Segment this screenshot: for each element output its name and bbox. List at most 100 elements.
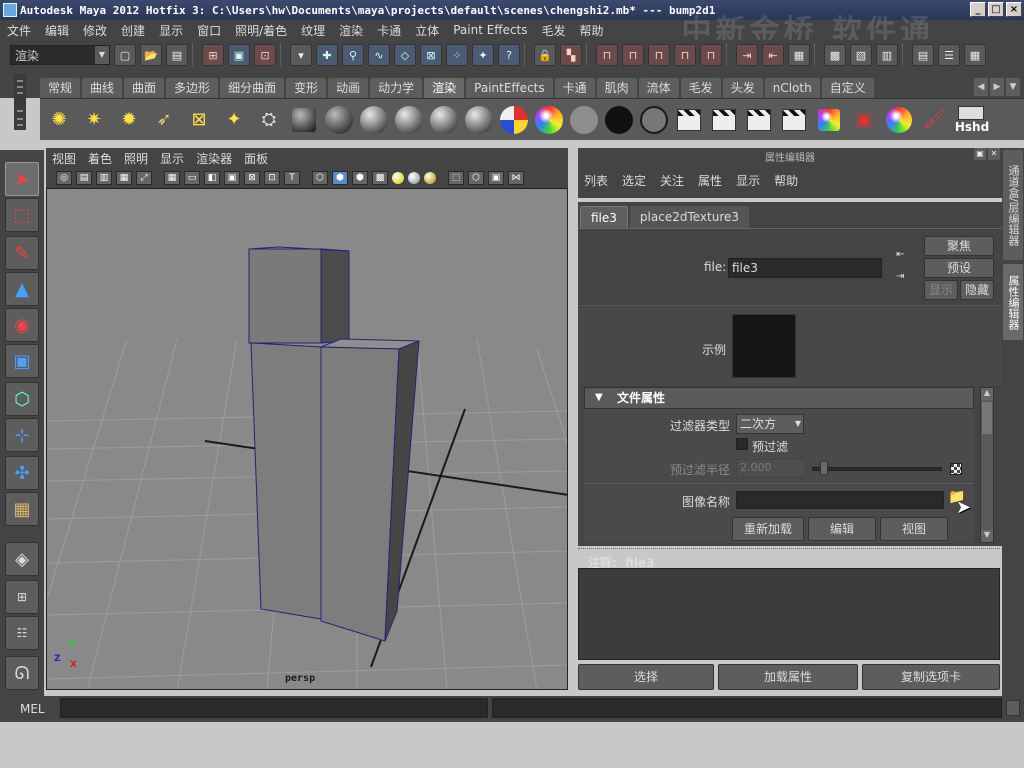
viewport-menu-lighting[interactable]: 照明 [124, 150, 148, 167]
shelf-tab-deformation[interactable]: 变形 [286, 78, 327, 98]
grid-toggle-icon[interactable]: ▦ [164, 171, 180, 185]
shelf-tab-animation[interactable]: 动画 [328, 78, 369, 98]
ae-menu-show[interactable]: 显示 [736, 172, 760, 189]
menu-paint-effects[interactable]: Paint Effects [446, 23, 534, 37]
shelf-tab-fluids[interactable]: 流体 [638, 78, 679, 98]
batch-render-clapper-icon[interactable] [744, 105, 774, 135]
film-gate-icon[interactable]: ▭ [184, 171, 200, 185]
resolution-gate-icon[interactable]: ◧ [204, 171, 220, 185]
shelf-tab-custom[interactable]: 自定义 [821, 78, 874, 98]
ae-menu-attributes[interactable]: 属性 [698, 172, 722, 189]
point-light-icon[interactable]: ✹ [114, 105, 144, 135]
map-texture-icon[interactable] [950, 463, 962, 475]
output-connections-icon[interactable]: ⇤ [762, 44, 784, 66]
menu-create[interactable]: 创建 [114, 22, 152, 39]
edit-button[interactable]: 编辑 [808, 517, 876, 541]
viewport-menu-show[interactable]: 显示 [160, 150, 184, 167]
maya-app-icon[interactable] [3, 3, 17, 17]
manipulator-tool-icon[interactable]: ⬡ [5, 382, 39, 416]
file-attributes-header[interactable]: ▼ 文件属性 [584, 387, 974, 409]
shelf-tab-dynamics[interactable]: 动力学 [370, 78, 423, 98]
select-curves-icon[interactable]: ∿ [368, 44, 390, 66]
perspective-viewport[interactable]: persp [46, 188, 568, 690]
script-language-toggle[interactable]: MEL [20, 702, 45, 716]
camera-select-icon[interactable]: ◎ [56, 171, 72, 185]
attribute-editor-scrollbar[interactable]: ▲ ▼ [980, 387, 994, 543]
phong-sphere-icon[interactable] [394, 105, 424, 135]
viewport-menu-view[interactable]: 视图 [52, 150, 76, 167]
view-button[interactable]: 视图 [880, 517, 948, 541]
menu-set-dropdown[interactable]: 渲染 ▼ [10, 45, 110, 65]
viewport-menu-shading[interactable]: 着色 [88, 150, 112, 167]
menu-modify[interactable]: 修改 [76, 22, 114, 39]
last-used-tool-icon[interactable]: ▦ [5, 492, 39, 526]
ae-menu-help[interactable]: 帮助 [774, 172, 798, 189]
show-manipulator-icon[interactable]: ✣ [5, 456, 39, 490]
paint-brush-icon[interactable]: 🖌 [919, 105, 949, 135]
float-panel-icon[interactable]: ▣ [974, 148, 986, 160]
smooth-shade-icon[interactable]: ⬢ [332, 171, 348, 185]
anisotropic-sphere-icon[interactable] [464, 105, 494, 135]
field-chart-icon[interactable]: ⊠ [244, 171, 260, 185]
lambert-sphere-icon[interactable] [324, 105, 354, 135]
ramp-shader-sphere-icon[interactable] [499, 105, 529, 135]
tab-channel-box-layer-editor[interactable]: 通道盒/层编辑器 [1003, 150, 1023, 260]
hardware-texture-icon[interactable]: ⋈ [508, 171, 524, 185]
soft-mod-tool-icon[interactable]: ⊹ [5, 418, 39, 452]
menu-texturing[interactable]: 纹理 [294, 22, 332, 39]
shelf-tab-fur[interactable]: 毛发 [680, 78, 721, 98]
scroll-up-icon[interactable]: ▲ [981, 388, 993, 400]
wireframe-on-shaded-icon[interactable]: ⬢ [352, 171, 368, 185]
camera-icon[interactable]: ⛭ [254, 105, 284, 135]
select-rendering-icon[interactable]: ✦ [472, 44, 494, 66]
select-misc-icon[interactable]: ? [498, 44, 520, 66]
texture-sample-swatch[interactable] [732, 314, 796, 378]
snap-point-icon[interactable]: ⊓ [648, 44, 670, 66]
camera-attributes-icon[interactable]: ▤ [76, 171, 92, 185]
shelf-tab-polygons[interactable]: 多边形 [166, 78, 219, 98]
four-view-layout-icon[interactable]: ⊞ [5, 580, 39, 614]
rotate-tool-icon[interactable]: ◉ [5, 308, 39, 342]
load-attributes-button[interactable]: 加载属性 [718, 664, 858, 690]
menu-render[interactable]: 渲染 [332, 22, 370, 39]
input-connections-icon[interactable]: ⇥ [736, 44, 758, 66]
all-lights-icon[interactable] [408, 172, 420, 184]
open-scene-icon[interactable]: 📂 [140, 44, 162, 66]
render-view-icon[interactable]: ▣ [849, 105, 879, 135]
hypershade-icon[interactable] [814, 105, 844, 135]
xray-icon[interactable]: ⬡ [468, 171, 484, 185]
select-button[interactable]: 选择 [578, 664, 714, 690]
tab-file3[interactable]: file3 [580, 206, 628, 228]
spot-light-icon[interactable]: ➶ [149, 105, 179, 135]
shelf-tab-subdivs[interactable]: 细分曲面 [220, 78, 285, 98]
shelf-grip-icon[interactable] [8, 74, 32, 130]
tab-attribute-editor[interactable]: 属性编辑器 [1003, 264, 1023, 340]
phonge-sphere-icon[interactable] [429, 105, 459, 135]
notes-textarea[interactable] [578, 568, 1000, 660]
shelf-scroll-left-icon[interactable]: ◀ [974, 78, 988, 96]
snap-curve-icon[interactable]: ⊓ [622, 44, 644, 66]
select-dynamics-icon[interactable]: ⁘ [446, 44, 468, 66]
script-editor-icon[interactable] [1006, 700, 1020, 716]
make-live-icon[interactable]: ⊓ [700, 44, 722, 66]
shading-map-sphere-icon[interactable] [639, 105, 669, 135]
select-component-icon[interactable]: ⊡ [254, 44, 276, 66]
ae-menu-selected[interactable]: 选定 [622, 172, 646, 189]
menu-edit[interactable]: 编辑 [38, 22, 76, 39]
render-settings-clapper-icon[interactable] [779, 105, 809, 135]
filter-type-dropdown[interactable]: 二次方 ▼ [736, 414, 804, 434]
safe-title-icon[interactable]: T [284, 171, 300, 185]
use-background-sphere-icon[interactable] [604, 105, 634, 135]
shelf-menu-icon[interactable]: ▼ [1006, 78, 1020, 96]
wireframe-icon[interactable]: ⬡ [312, 171, 328, 185]
menu-window[interactable]: 窗口 [190, 22, 228, 39]
shelf-tab-painteffects[interactable]: PaintEffects [466, 78, 553, 98]
lock-selection-icon[interactable]: 🔒 [534, 44, 556, 66]
shelf-tab-ncloth[interactable]: nCloth [764, 78, 820, 98]
tool-settings-icon[interactable]: ☰ [938, 44, 960, 66]
area-light-icon[interactable]: ⊠ [184, 105, 214, 135]
select-deformers-icon[interactable]: ⊠ [420, 44, 442, 66]
shelf-tab-hair[interactable]: 头发 [722, 78, 763, 98]
scale-tool-icon[interactable]: ▣ [5, 344, 39, 378]
volume-light-icon[interactable]: ✦ [219, 105, 249, 135]
